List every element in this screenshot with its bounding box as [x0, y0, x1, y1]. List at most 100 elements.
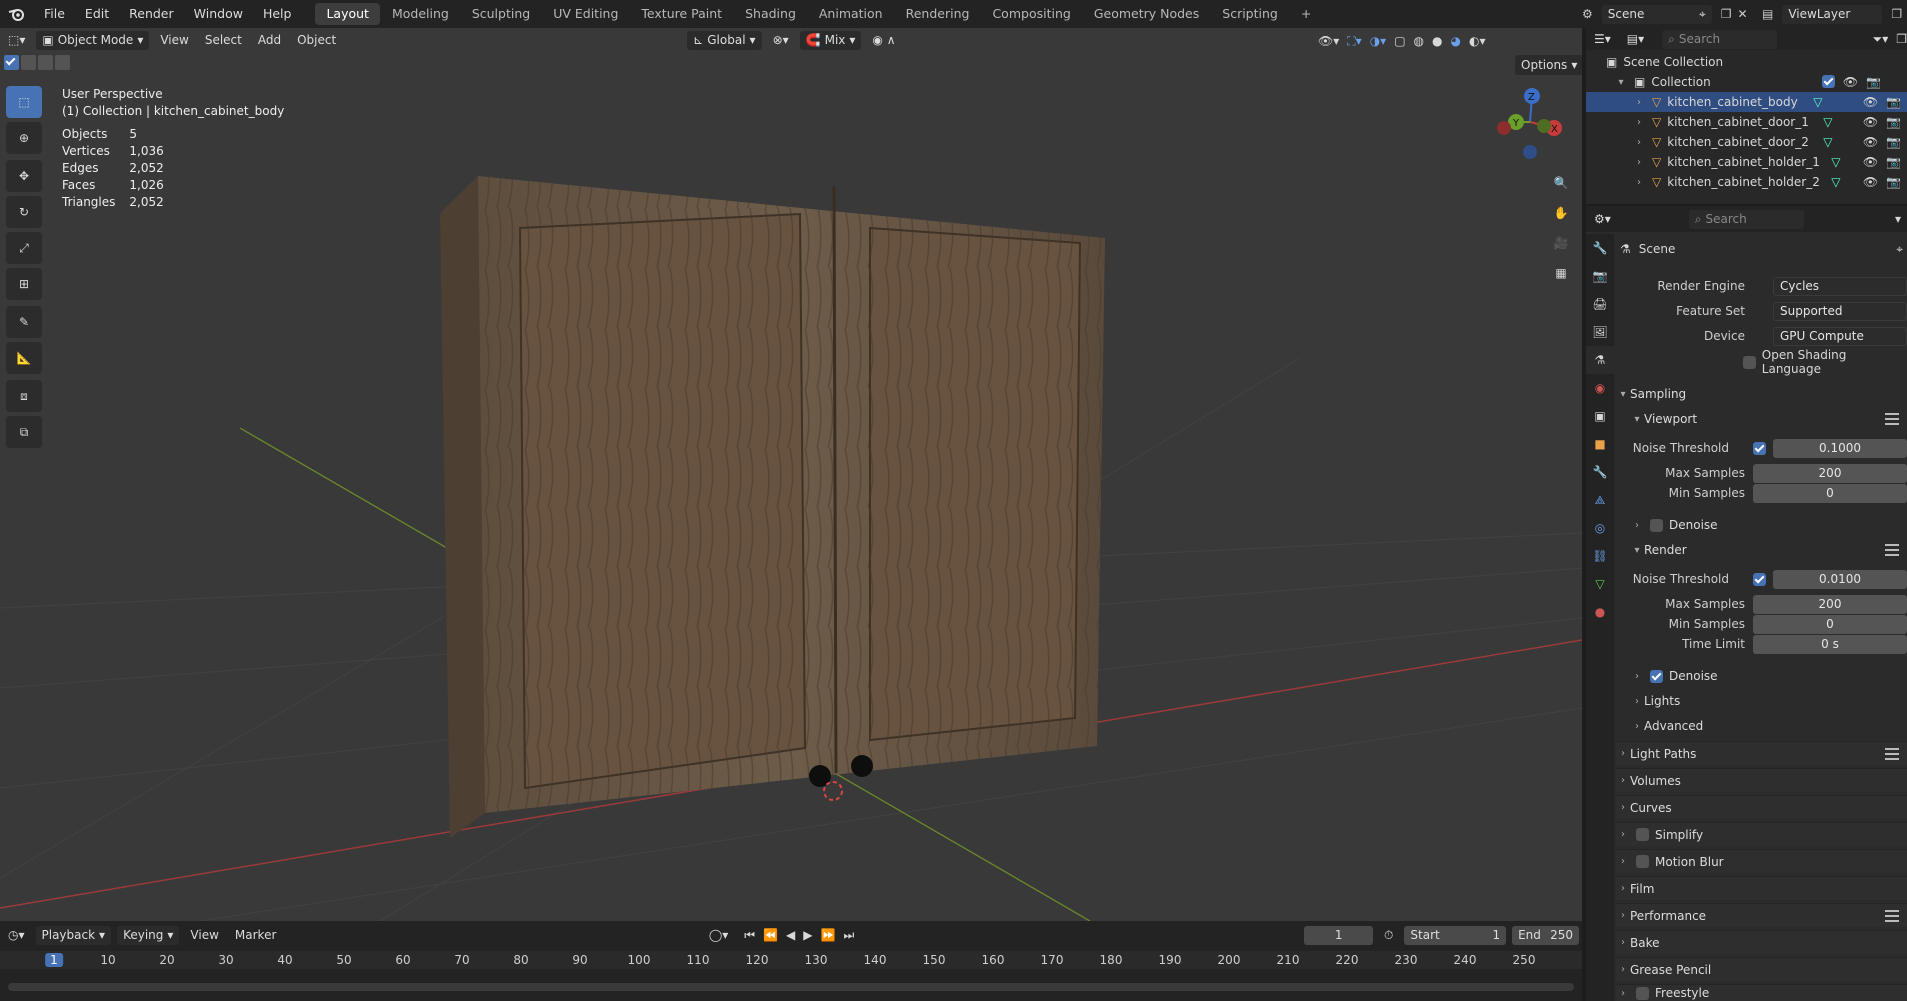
render-denoise-header[interactable]: › Denoise — [1616, 664, 1907, 688]
editor-type-icon[interactable]: ⬚▾ — [0, 28, 33, 52]
tab-rendering[interactable]: Rendering — [895, 3, 981, 25]
prev-keyframe-icon[interactable]: ⏪ — [763, 928, 778, 942]
current-frame-field[interactable]: 1 — [1304, 925, 1374, 945]
pin-icon[interactable]: ⌖ — [1896, 242, 1903, 257]
record-icon[interactable]: ◯▾ — [701, 923, 736, 947]
select-subtract-icon[interactable] — [38, 55, 53, 70]
gizmo-toggle-icon[interactable]: ⛶▾ — [1347, 34, 1361, 49]
freestyle-panel[interactable]: › Freestyle — [1616, 984, 1907, 1001]
camera-icon[interactable]: 📷 — [1886, 135, 1901, 149]
feature-set-dropdown[interactable]: Supported — [1773, 301, 1907, 321]
outliner-search[interactable]: ⌕ Search — [1662, 29, 1778, 49]
start-frame-field[interactable]: Start 1 — [1404, 925, 1507, 945]
sampling-panel-header[interactable]: ▾ Sampling — [1616, 382, 1907, 406]
render-noise-checkbox[interactable] — [1753, 572, 1766, 586]
add-workspace-button[interactable]: + — [1290, 3, 1322, 25]
scene-selector[interactable]: ⚙ Scene ⌖ ❐ ✕ — [1582, 3, 1748, 25]
next-keyframe-icon[interactable]: ⏩ — [821, 928, 836, 942]
eye-icon[interactable]: 👁 — [1863, 115, 1878, 129]
render-max-samples-field[interactable]: 200 — [1753, 594, 1907, 614]
material-tab-icon[interactable]: ● — [1586, 598, 1614, 626]
measure-tool-icon[interactable]: 📐 — [6, 342, 42, 374]
menu-select[interactable]: Select — [197, 28, 250, 52]
render-subpanel-header[interactable]: ▾ Render — [1616, 538, 1907, 562]
eye-icon[interactable]: 👁 — [1863, 175, 1878, 189]
scale-tool-icon[interactable]: ⤢ — [6, 232, 42, 264]
menu-file[interactable]: File — [34, 0, 75, 28]
end-frame-field[interactable]: End 250 — [1512, 925, 1579, 945]
menu-help[interactable]: Help — [253, 0, 302, 28]
cursor-tool-icon[interactable]: ⊕ — [6, 122, 42, 154]
tool-tab-icon[interactable]: 🔧 — [1586, 234, 1614, 262]
new-scene-icon[interactable]: ❐ — [1721, 7, 1732, 21]
xray-icon[interactable]: ▢ — [1394, 34, 1405, 48]
outliner-item[interactable]: › ▽ kitchen_cabinet_door_2 ▽ 👁 📷 — [1586, 132, 1907, 152]
viewport-denoise-header[interactable]: › Denoise — [1616, 513, 1907, 537]
menu-window[interactable]: Window — [184, 0, 253, 28]
zoom-icon[interactable]: 🔍 — [1548, 170, 1574, 196]
simplify-panel[interactable]: › Simplify — [1616, 822, 1907, 846]
advanced-subpanel-header[interactable]: › Advanced — [1616, 714, 1907, 738]
freestyle-checkbox[interactable] — [1636, 986, 1649, 1000]
world-tab-icon[interactable]: ◉ — [1586, 374, 1614, 402]
play-icon[interactable]: ▶ — [803, 928, 812, 942]
wireframe-shading-icon[interactable]: ◍ — [1414, 34, 1424, 48]
camera-icon[interactable]: 📷 — [1886, 95, 1901, 109]
snap-dropdown[interactable]: 🧲 Mix ▾ — [799, 30, 862, 50]
modifier-tab-icon[interactable]: 🔧 — [1586, 458, 1614, 486]
chevron-right-icon[interactable]: › — [1632, 97, 1646, 108]
outliner-editor-icon[interactable]: ☰▾ — [1586, 27, 1619, 51]
viewport-max-samples-field[interactable]: 200 — [1753, 463, 1907, 483]
orientation-dropdown[interactable]: ⊾ Global ▾ — [687, 30, 762, 50]
visibility-icon[interactable]: 👁▾ — [1318, 34, 1339, 48]
curves-panel[interactable]: › Curves — [1616, 795, 1907, 819]
camera-icon[interactable]: 📷 — [1886, 115, 1901, 129]
rendered-shading-icon[interactable]: ◐▾ — [1469, 34, 1486, 48]
menu-object[interactable]: Object — [289, 28, 344, 52]
presets-icon[interactable] — [1885, 544, 1899, 556]
simplify-checkbox[interactable] — [1636, 828, 1649, 841]
pivot-icon[interactable]: ⊗▾ — [765, 28, 797, 52]
osl-checkbox[interactable] — [1743, 355, 1756, 369]
new-viewlayer-icon[interactable]: ❐ — [1891, 7, 1902, 21]
exclude-checkbox[interactable] — [1821, 75, 1835, 88]
presets-icon[interactable] — [1885, 909, 1899, 922]
delete-scene-icon[interactable]: ✕ — [1738, 7, 1748, 21]
render-engine-dropdown[interactable]: Cycles — [1773, 276, 1907, 296]
tab-uv-editing[interactable]: UV Editing — [542, 3, 629, 25]
mode-dropdown[interactable]: ▣ Object Mode ▾ — [36, 30, 150, 50]
chevron-down-icon[interactable]: ▾ — [1614, 77, 1628, 88]
solid-shading-icon[interactable]: ● — [1432, 34, 1442, 48]
eye-icon[interactable]: 👁 — [1863, 135, 1878, 149]
render-min-samples-field[interactable]: 0 — [1753, 614, 1907, 634]
scene-collection-row[interactable]: ▣ Scene Collection — [1586, 52, 1907, 72]
outliner-item[interactable]: › ▽ kitchen_cabinet_door_1 ▽ 👁 📷 — [1586, 112, 1907, 132]
add-cube-tool-icon[interactable]: ⧈ — [6, 380, 42, 412]
tab-scripting[interactable]: Scripting — [1211, 3, 1289, 25]
options-dropdown[interactable]: Options ▾ — [1515, 55, 1582, 75]
timeline-editor-icon[interactable]: ◷▾ — [0, 923, 33, 947]
chevron-right-icon[interactable]: › — [1632, 137, 1646, 148]
new-collection-icon[interactable]: ❐ — [1896, 32, 1907, 46]
add-primitive-tool-icon[interactable]: ⧉ — [6, 416, 42, 448]
camera-icon[interactable]: 📷 — [1886, 155, 1901, 169]
rotate-tool-icon[interactable]: ↻ — [6, 196, 42, 228]
grease-pencil-panel[interactable]: › Grease Pencil — [1616, 957, 1907, 981]
chevron-right-icon[interactable]: › — [1632, 177, 1646, 188]
eye-icon[interactable]: 👁 — [1863, 155, 1878, 169]
collection-tab-icon[interactable]: ▣ — [1586, 402, 1614, 430]
timeline-menu-view[interactable]: View — [182, 923, 226, 947]
performance-panel[interactable]: › Performance — [1616, 903, 1907, 927]
playback-dropdown[interactable]: Playback ▾ — [35, 925, 112, 945]
constraints-tab-icon[interactable]: ⛓ — [1586, 542, 1614, 570]
outliner-item[interactable]: › ▽ kitchen_cabinet_holder_1 ▽ 👁 📷 — [1586, 152, 1907, 172]
chevron-right-icon[interactable]: › — [1632, 157, 1646, 168]
annotate-tool-icon[interactable]: ✎ — [6, 306, 42, 338]
overlays-icon[interactable]: ◑▾ — [1370, 34, 1387, 48]
data-tab-icon[interactable]: ▽ — [1586, 570, 1614, 598]
presets-icon[interactable] — [1885, 747, 1899, 760]
device-dropdown[interactable]: GPU Compute — [1773, 326, 1907, 346]
timeline-menu-marker[interactable]: Marker — [227, 923, 284, 947]
tab-geometry-nodes[interactable]: Geometry Nodes — [1083, 3, 1210, 25]
osl-row[interactable]: Open Shading Language — [1616, 348, 1907, 376]
